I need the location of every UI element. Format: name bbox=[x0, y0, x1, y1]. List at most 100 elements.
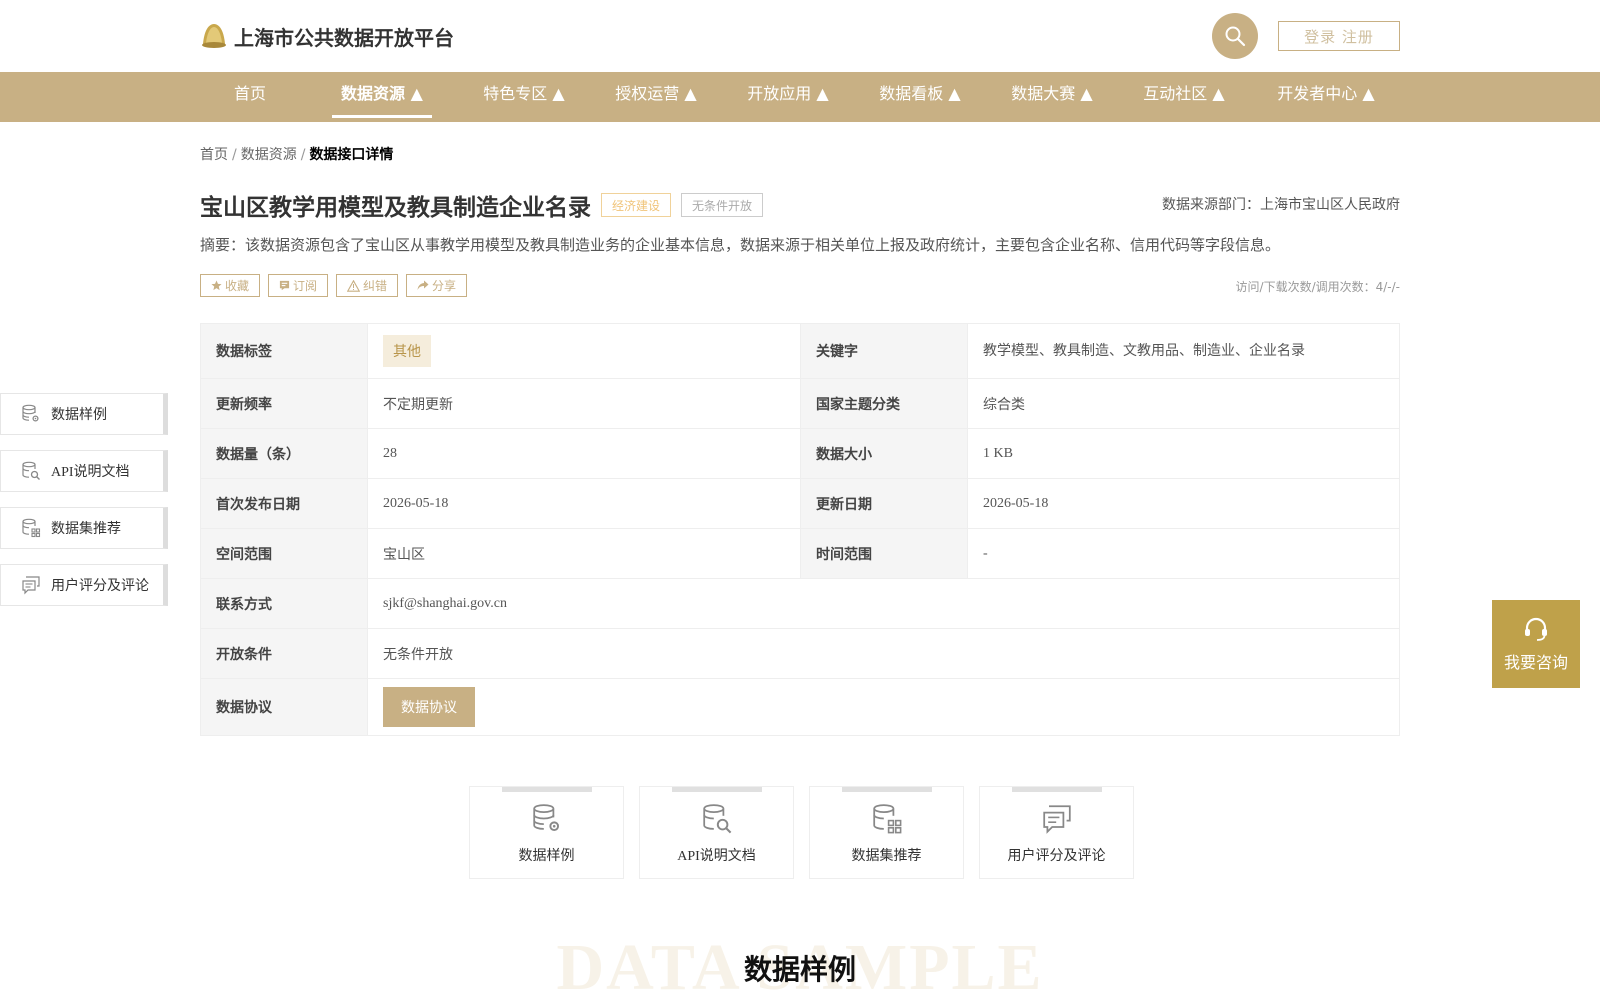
nav-item-dashboard[interactable]: 数据看板 ▲ bbox=[860, 72, 980, 122]
nav-item-featured[interactable]: 特色专区 ▲ bbox=[464, 72, 584, 122]
label-record-count: 数据量（条） bbox=[200, 428, 368, 479]
card-label: 数据集推荐 bbox=[851, 849, 922, 864]
card-data-sample[interactable]: 数据样例 bbox=[469, 786, 624, 879]
label-contact: 联系方式 bbox=[200, 578, 368, 629]
data-tag-badge[interactable]: 其他 bbox=[383, 335, 431, 367]
comments-icon bbox=[22, 576, 40, 595]
subscribe-label: 订阅 bbox=[293, 279, 318, 293]
nav-item-developer[interactable]: 开发者中心 ▲ bbox=[1256, 72, 1396, 122]
dataset-info-table: 数据标签 其他 关键字 教学模型、教具制造、文教用品、制造业、企业名录 更新频率… bbox=[200, 323, 1400, 736]
visit-download-stats: 访问/下载次数/调用次数：4/-/- bbox=[1235, 280, 1400, 294]
value-first-release-date: 2026-05-18 bbox=[367, 478, 801, 529]
table-row: 开放条件 无条件开放 bbox=[200, 628, 1400, 679]
value-keywords: 教学模型、教具制造、文教用品、制造业、企业名录 bbox=[967, 323, 1400, 379]
label-data-tag: 数据标签 bbox=[200, 323, 368, 379]
table-row: 更新频率 不定期更新 国家主题分类 综合类 bbox=[200, 378, 1400, 429]
label-keywords: 关键字 bbox=[800, 323, 968, 379]
breadcrumb: 首页 / 数据资源 / 数据接口详情 bbox=[200, 144, 393, 164]
label-data-size: 数据大小 bbox=[800, 428, 968, 479]
nav-item-community[interactable]: 互动社区 ▲ bbox=[1124, 72, 1244, 122]
main-nav: 首页 数据资源 ▲ 特色专区 ▲ 授权运营 ▲ 开放应用 ▲ 数据看板 ▲ 数据… bbox=[0, 72, 1600, 122]
database-search-icon bbox=[702, 804, 731, 834]
side-item-comments[interactable]: 用户评分及评论 bbox=[0, 564, 168, 606]
report-error-button[interactable]: 纠错 bbox=[336, 274, 399, 297]
star-icon bbox=[211, 280, 222, 291]
table-row: 数据标签 其他 关键字 教学模型、教具制造、文教用品、制造业、企业名录 bbox=[200, 323, 1400, 379]
label-theme-category: 国家主题分类 bbox=[800, 378, 968, 429]
warning-icon bbox=[347, 279, 361, 292]
logo-icon bbox=[202, 24, 226, 48]
site-title: 上海市公共数据开放平台 bbox=[234, 25, 454, 50]
card-dataset-recommend[interactable]: 数据集推荐 bbox=[809, 786, 964, 879]
side-item-label: 数据集推荐 bbox=[51, 522, 121, 537]
table-row: 首次发布日期 2026-05-18 更新日期 2026-05-18 bbox=[200, 478, 1400, 529]
value-spatial-range: 宝山区 bbox=[367, 528, 801, 579]
breadcrumb-separator: / bbox=[232, 147, 237, 163]
value-update-date: 2026-05-18 bbox=[967, 478, 1400, 529]
comments-icon bbox=[1042, 805, 1071, 834]
value-data-tag: 其他 bbox=[367, 323, 801, 379]
label-time-range: 时间范围 bbox=[800, 528, 968, 579]
dataset-summary: 摘要：该数据资源包含了宝山区从事教学用模型及教具制造业务的企业基本信息，数据来源… bbox=[200, 236, 1281, 254]
label-open-condition: 开放条件 bbox=[200, 628, 368, 679]
headset-icon bbox=[1525, 617, 1547, 641]
nav-item-data-resources[interactable]: 数据资源 ▲ bbox=[332, 72, 432, 122]
title-row: 宝山区教学用模型及教具制造企业名录 经济建设 无条件开放 bbox=[200, 188, 764, 222]
side-item-api-doc[interactable]: API说明文档 bbox=[0, 450, 168, 492]
consult-label: 我要咨询 bbox=[1503, 653, 1568, 672]
nav-item-authorized-ops[interactable]: 授权运营 ▲ bbox=[596, 72, 716, 122]
bookmark-icon bbox=[279, 280, 290, 291]
search-button[interactable] bbox=[1212, 13, 1258, 59]
open-condition-tag: 无条件开放 bbox=[681, 193, 764, 217]
value-contact: sjkf@shanghai.gov.cn bbox=[367, 578, 1400, 629]
value-data-size: 1 KB bbox=[967, 428, 1400, 479]
database-gear-icon bbox=[532, 804, 559, 832]
login-register-button[interactable]: 登录 注册 bbox=[1278, 21, 1400, 51]
value-record-count: 28 bbox=[367, 428, 801, 479]
card-api-doc[interactable]: API说明文档 bbox=[639, 786, 794, 879]
database-grid-icon bbox=[22, 518, 41, 538]
table-row: 空间范围 宝山区 时间范围 - bbox=[200, 528, 1400, 579]
label-update-date: 更新日期 bbox=[800, 478, 968, 529]
side-item-label: 数据样例 bbox=[51, 408, 107, 423]
breadcrumb-home[interactable]: 首页 bbox=[200, 147, 228, 163]
page-title: 宝山区教学用模型及教具制造企业名录 bbox=[200, 195, 591, 221]
side-item-dataset-recommend[interactable]: 数据集推荐 bbox=[0, 507, 168, 549]
value-time-range: - bbox=[967, 528, 1400, 579]
search-icon bbox=[1225, 26, 1246, 47]
action-bar: 收藏 订阅 纠错 分享 bbox=[200, 274, 468, 297]
section-title: 数据样例 bbox=[743, 953, 856, 986]
section-cards: 数据样例 API说明文档 数据集推荐 用户评分及评论 bbox=[469, 786, 1134, 879]
database-gear-icon bbox=[22, 404, 39, 422]
nav-item-home[interactable]: 首页 bbox=[220, 72, 280, 122]
site-header: 上海市公共数据开放平台 登录 注册 bbox=[0, 0, 1600, 72]
side-item-data-sample[interactable]: 数据样例 bbox=[0, 393, 168, 435]
database-grid-icon bbox=[872, 804, 901, 834]
data-protocol-button[interactable]: 数据协议 bbox=[383, 687, 475, 727]
side-nav: 数据样例 API说明文档 数据集推荐 用户评分及评论 bbox=[0, 393, 168, 621]
share-button[interactable]: 分享 bbox=[406, 274, 468, 297]
share-icon bbox=[417, 280, 429, 290]
breadcrumb-separator: / bbox=[300, 147, 306, 163]
nav-item-competition[interactable]: 数据大赛 ▲ bbox=[992, 72, 1112, 122]
side-item-label: 用户评分及评论 bbox=[51, 579, 149, 594]
card-comments[interactable]: 用户评分及评论 bbox=[979, 786, 1134, 879]
favorite-label: 收藏 bbox=[225, 279, 250, 293]
label-first-release-date: 首次发布日期 bbox=[200, 478, 368, 529]
favorite-button[interactable]: 收藏 bbox=[200, 274, 261, 297]
value-open-condition: 无条件开放 bbox=[367, 628, 1400, 679]
data-source-department: 数据来源部门：上海市宝山区人民政府 bbox=[1162, 197, 1400, 213]
table-row: 联系方式 sjkf@shanghai.gov.cn bbox=[200, 578, 1400, 629]
card-label: API说明文档 bbox=[677, 849, 756, 864]
site-logo[interactable]: 上海市公共数据开放平台 bbox=[200, 20, 454, 52]
breadcrumb-section[interactable]: 数据资源 bbox=[241, 147, 297, 163]
subscribe-button[interactable]: 订阅 bbox=[268, 274, 329, 297]
value-data-protocol: 数据协议 bbox=[367, 678, 1400, 736]
nav-item-open-apps[interactable]: 开放应用 ▲ bbox=[728, 72, 848, 122]
consult-button[interactable]: 我要咨询 bbox=[1492, 600, 1580, 688]
side-item-label: API说明文档 bbox=[51, 465, 130, 480]
report-error-label: 纠错 bbox=[363, 279, 388, 293]
label-data-protocol: 数据协议 bbox=[200, 678, 368, 736]
table-row: 数据量（条） 28 数据大小 1 KB bbox=[200, 428, 1400, 479]
card-label: 数据样例 bbox=[518, 849, 575, 864]
